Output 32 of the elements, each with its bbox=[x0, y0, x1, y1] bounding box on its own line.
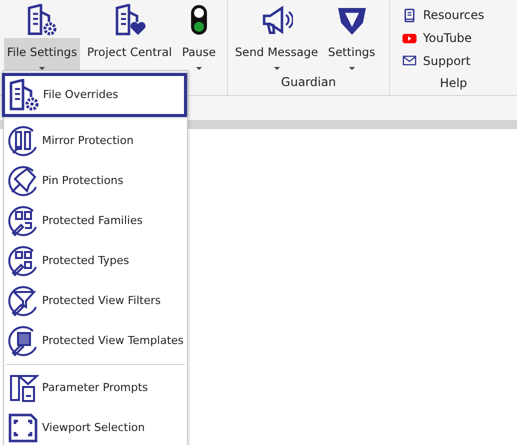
group-label: Guardian bbox=[280, 74, 337, 92]
building-heart-icon bbox=[114, 4, 146, 36]
ribbon-button[interactable]: Project Central bbox=[84, 0, 175, 70]
help-link[interactable]: Resources bbox=[402, 4, 505, 27]
mail-icon bbox=[402, 53, 417, 68]
ribbon-button[interactable]: Send Message bbox=[232, 0, 322, 70]
ribbon-button[interactable]: Settings bbox=[325, 0, 378, 70]
viewport-icon bbox=[7, 412, 39, 444]
help-link[interactable]: Support bbox=[402, 49, 505, 72]
menu-item[interactable]: Protected Types bbox=[4, 241, 187, 281]
menu-item[interactable]: Parameter Prompts bbox=[4, 368, 187, 408]
menu-item[interactable]: Pin Protections bbox=[4, 161, 187, 201]
filter-icon bbox=[7, 285, 39, 317]
types-icon bbox=[7, 245, 39, 277]
building-gear-icon bbox=[8, 79, 40, 111]
template-icon bbox=[7, 325, 39, 357]
menu-item[interactable]: Viewport Selection bbox=[4, 408, 187, 445]
ribbon-button[interactable]: Pause bbox=[178, 0, 219, 70]
document-prompt-icon bbox=[7, 372, 39, 404]
menu-item[interactable]: File Overrides bbox=[2, 73, 187, 117]
help-link[interactable]: YouTube bbox=[402, 26, 505, 50]
pin-icon bbox=[7, 165, 39, 197]
book-icon bbox=[402, 8, 417, 23]
menu-item[interactable]: Protected View Filters bbox=[4, 281, 187, 321]
menu-item[interactable]: Protected Families bbox=[4, 201, 187, 241]
group-label: Help bbox=[438, 75, 468, 92]
mirror-icon bbox=[7, 125, 39, 157]
menu-item[interactable]: Protected View Templates bbox=[4, 321, 187, 361]
building-gear-icon bbox=[26, 4, 58, 36]
families-icon bbox=[7, 205, 39, 237]
menu-item[interactable]: Mirror Protection bbox=[4, 121, 187, 161]
megaphone-icon bbox=[260, 4, 293, 36]
